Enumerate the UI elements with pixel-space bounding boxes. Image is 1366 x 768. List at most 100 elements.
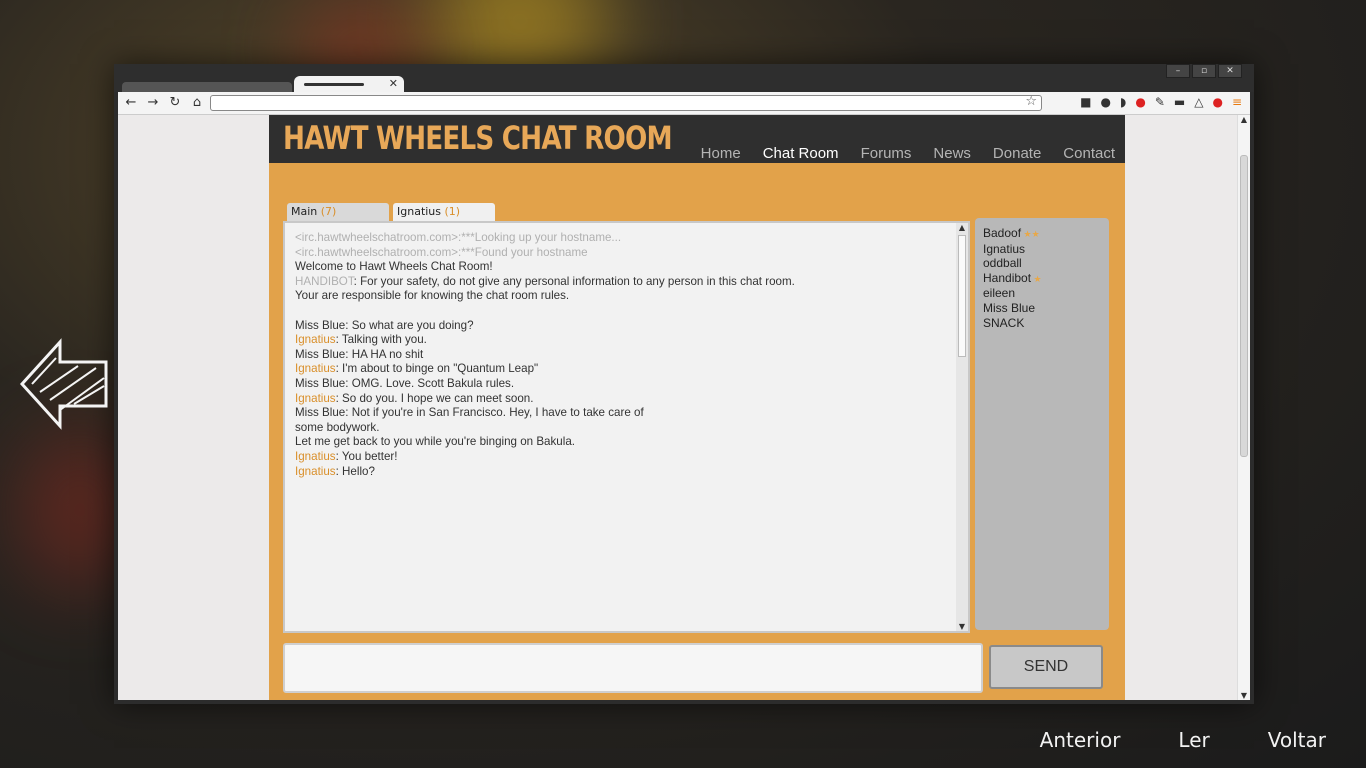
scroll-up-icon[interactable]: ▲: [956, 223, 968, 232]
user-list: Badoof ★★ Ignatius oddball Handibot ★ eileen…: [983, 226, 1042, 330]
chat-text: : Talking with you.: [335, 333, 427, 347]
chat-tabs: Main (7) Ignatius (1): [287, 203, 495, 221]
chat-message: Miss Blue: So what are you doing?: [295, 319, 946, 334]
menu-home[interactable]: Home: [701, 145, 741, 162]
chat-speaker: Ignatius: [295, 449, 336, 463]
user-rank-star-icon: ★: [1021, 229, 1032, 239]
back-icon[interactable]: ←: [124, 95, 138, 110]
user-list-panel: Badoof ★★ Ignatius oddball Handibot ★ eileen…: [975, 218, 1109, 630]
page-scroll-down-icon[interactable]: ▼: [1238, 691, 1250, 700]
chat-log[interactable]: <irc.hawtwheelschatroom.com>:***Looking …: [283, 221, 970, 633]
user-name: Badoof: [983, 226, 1022, 240]
message-input[interactable]: [283, 643, 983, 693]
user-list-item[interactable]: eileen: [983, 286, 1042, 301]
window-controls: – ▫ ✕: [1166, 64, 1242, 78]
extension-cloud-icon[interactable]: ▬: [1174, 95, 1185, 109]
user-name: Ignatius: [983, 241, 1026, 256]
chat-speaker: Ignatius: [295, 362, 336, 376]
chat-tab-ignatius[interactable]: Ignatius (1): [393, 203, 495, 221]
chat-text: Miss Blue: So what are you doing?: [295, 318, 474, 332]
user-name: eileen: [983, 286, 1016, 301]
chat-text: : So do you. I hope we can meet soon.: [335, 391, 534, 405]
browser-menu-icon[interactable]: ≡: [1232, 95, 1242, 109]
bookmark-star-icon[interactable]: ☆: [1025, 94, 1037, 109]
extension-triangle-icon[interactable]: △: [1194, 95, 1203, 109]
browser-tab-inactive[interactable]: [122, 82, 292, 92]
menu-forums[interactable]: Forums: [861, 145, 912, 162]
extension-alert-icon[interactable]: ●: [1212, 95, 1222, 109]
menu-donate[interactable]: Donate: [993, 145, 1041, 162]
chat-scrollbar[interactable]: ▲ ▼: [956, 223, 968, 631]
user-rank-star-icon: ★: [1031, 229, 1040, 239]
page-scrollbar[interactable]: ▲ ▼: [1237, 115, 1250, 700]
extension-square-icon[interactable]: ■: [1080, 95, 1091, 109]
site-title: HAWT WHEELS CHAT ROOM: [283, 119, 673, 157]
chat-message: Let me get back to you while you're bing…: [295, 435, 946, 450]
chat-speaker: Ignatius: [295, 391, 336, 405]
scroll-down-icon[interactable]: ▼: [956, 622, 968, 631]
chat-text: <irc.hawtwheelschatroom.com>:***Found yo…: [295, 245, 588, 259]
chat-message: Ignatius: Talking with you.: [295, 333, 946, 348]
chat-message: some bodywork.: [295, 421, 946, 436]
chat-text: : For your safety, do not give any perso…: [353, 274, 795, 288]
chat-text: : Hello?: [335, 464, 375, 478]
forward-icon[interactable]: →: [146, 95, 160, 110]
prompt-anterior[interactable]: Anterior: [1040, 728, 1121, 752]
chat-speaker: Ignatius: [295, 464, 336, 478]
chat-text: some bodywork.: [295, 420, 380, 434]
chat-log-messages: <irc.hawtwheelschatroom.com>:***Looking …: [295, 231, 946, 479]
user-list-item[interactable]: oddball: [983, 256, 1042, 271]
chat-message: Miss Blue: HA HA no shit: [295, 348, 946, 363]
reload-icon[interactable]: ↻: [168, 95, 182, 110]
extension-circle-icon[interactable]: ●: [1101, 95, 1111, 109]
maximize-icon[interactable]: ▫: [1192, 64, 1216, 78]
menu-chat-room[interactable]: Chat Room: [763, 145, 839, 162]
menu-news[interactable]: News: [933, 145, 971, 162]
chat-message: Miss Blue: Not if you're in San Francisc…: [295, 406, 946, 421]
chat-text: Welcome to Hawt Wheels Chat Room!: [295, 260, 493, 274]
prompt-voltar[interactable]: Voltar: [1268, 728, 1326, 752]
chat-text: : You better!: [335, 449, 398, 463]
extension-chat-icon[interactable]: ◗: [1120, 95, 1126, 109]
user-list-item[interactable]: Badoof ★★: [983, 226, 1042, 242]
chat-text: : I'm about to binge on "Quantum Leap": [335, 362, 539, 376]
chat-tab-count: (1): [444, 205, 461, 218]
tab-title-scribble: [304, 83, 364, 86]
site-menu: Home Chat Room Forums News Donate Contac…: [701, 145, 1115, 162]
nav-buttons: ← → ↻ ⌂: [124, 95, 204, 110]
chat-text: Let me get back to you while you're bing…: [295, 435, 575, 449]
chat-tab-main[interactable]: Main (7): [287, 203, 389, 221]
chat-message: Ignatius: I'm about to binge on "Quantum…: [295, 362, 946, 377]
back-arrow-icon[interactable]: [20, 338, 110, 430]
user-name: Miss Blue: [983, 300, 1036, 315]
address-bar[interactable]: ☆: [210, 94, 1042, 111]
close-tab-icon[interactable]: ✕: [389, 77, 398, 90]
home-icon[interactable]: ⌂: [190, 95, 204, 110]
prompt-ler[interactable]: Ler: [1178, 728, 1209, 752]
menu-contact[interactable]: Contact: [1063, 145, 1115, 162]
chat-scroll-thumb[interactable]: [958, 235, 966, 357]
chat-text: [295, 304, 298, 317]
site-header: HAWT WHEELS CHAT ROOM Home Chat Room For…: [269, 115, 1125, 163]
close-window-icon[interactable]: ✕: [1218, 64, 1242, 78]
user-list-item[interactable]: SNACK: [983, 316, 1042, 331]
user-name: SNACK: [983, 315, 1025, 330]
send-button[interactable]: SEND: [989, 645, 1103, 689]
page-scroll-thumb[interactable]: [1240, 155, 1248, 457]
user-name: oddball: [983, 256, 1022, 271]
page-scroll-up-icon[interactable]: ▲: [1238, 115, 1250, 124]
chat-text: Miss Blue: OMG. Love. Scott Bakula rules…: [295, 376, 515, 390]
chat-site: HAWT WHEELS CHAT ROOM Home Chat Room For…: [269, 115, 1125, 700]
chat-message: HANDIBOT: For your safety, do not give a…: [295, 275, 946, 290]
user-list-item[interactable]: Ignatius: [983, 242, 1042, 257]
chat-tab-label: Ignatius: [397, 205, 442, 218]
user-list-item[interactable]: Handibot ★: [983, 271, 1042, 287]
extension-record-icon[interactable]: ●: [1135, 95, 1145, 109]
game-prompts: Anterior Ler Voltar: [1040, 728, 1326, 752]
browser-tab-bar: ✕ – ▫ ✕: [114, 64, 1254, 94]
extension-pen-icon[interactable]: ✎: [1155, 95, 1165, 109]
extension-icons: ■ ● ◗ ● ✎ ▬ △ ● ≡: [1080, 95, 1242, 109]
minimize-icon[interactable]: –: [1166, 64, 1190, 78]
chat-tab-count: (7): [320, 205, 337, 218]
user-list-item[interactable]: Miss Blue: [983, 301, 1042, 316]
